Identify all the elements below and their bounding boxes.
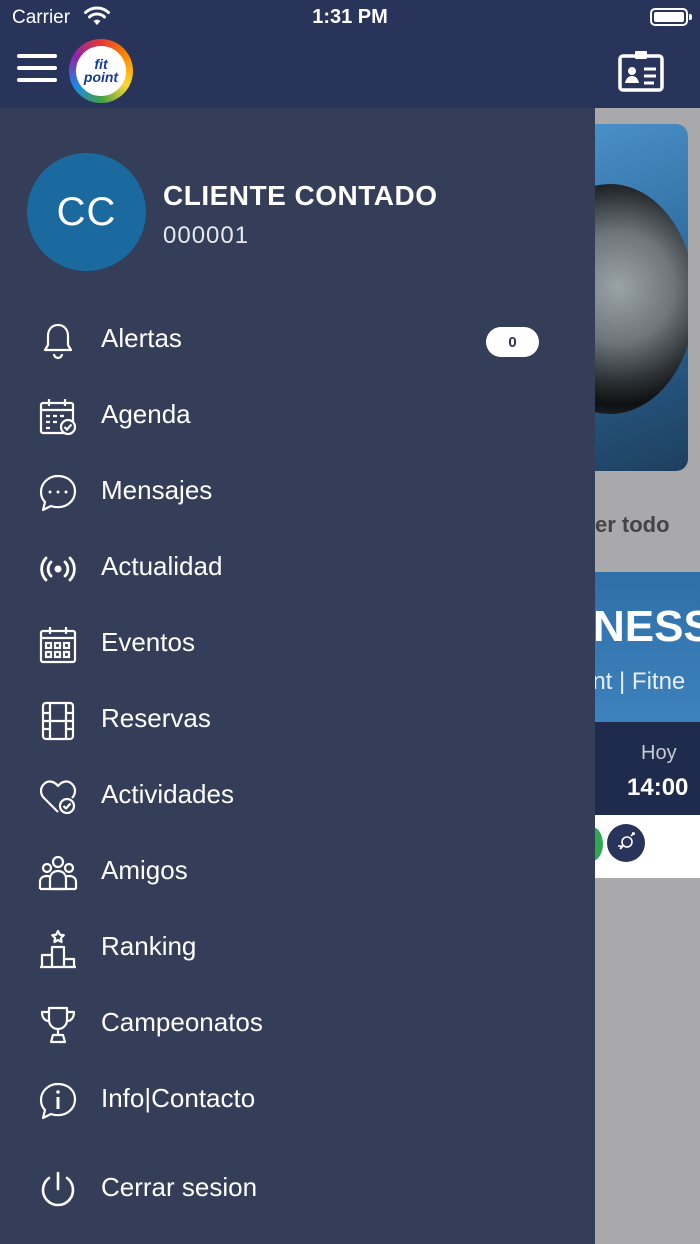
power-icon (38, 1170, 78, 1210)
menu-item-campeonatos[interactable]: Campeonatos (0, 993, 595, 1057)
calendar-grid-icon (38, 625, 78, 665)
class-card-title: NESS (595, 602, 700, 651)
menu-item-label: Actualidad (101, 551, 223, 581)
class-card-subtitle: int | Fitne (595, 668, 686, 695)
user-name: CLIENTE CONTADO (163, 180, 438, 211)
film-icon (38, 701, 78, 741)
see-all-link[interactable]: er todo (595, 512, 700, 538)
menu-item-amigos[interactable]: Amigos (0, 841, 595, 905)
menu-item-ranking[interactable]: Ranking (0, 917, 595, 981)
menu-item-label: Campeonatos (101, 1007, 263, 1037)
menu-item-cerrar-sesion[interactable]: Cerrar sesion (0, 1158, 595, 1222)
menu-item-mensajes[interactable]: Mensajes (0, 461, 595, 525)
menu-item-label: Actividades (101, 779, 234, 809)
battery-icon (650, 8, 692, 26)
status-bar: Carrier 1:31 PM (0, 0, 700, 36)
app-logo: fit point (69, 39, 133, 103)
broadcast-icon (38, 549, 78, 589)
menu-item-alertas[interactable]: Alertas 0 (0, 309, 595, 373)
gender-icon (607, 824, 645, 862)
clock: 1:31 PM (312, 6, 388, 28)
calendar-check-icon (38, 397, 78, 437)
side-drawer: CC CLIENTE CONTADO 000001 Alertas 0 Agen… (0, 108, 595, 1244)
menu-item-actividades[interactable]: Actividades (0, 765, 595, 829)
bell-icon (38, 321, 78, 361)
menu-item-label: Cerrar sesion (101, 1172, 258, 1202)
class-hour: 14:00 (627, 774, 689, 801)
menu-item-eventos[interactable]: Eventos (0, 613, 595, 677)
class-card[interactable]: NESS int | Fitne Hoy 14:00 (595, 572, 700, 878)
info-bubble-icon (38, 1081, 78, 1121)
user-id: 000001 (163, 222, 250, 249)
logo-text-point: point (83, 69, 119, 85)
status-dot (595, 827, 603, 861)
menu-item-info-contacto[interactable]: Info|Contacto (0, 1069, 595, 1133)
menu-button[interactable] (17, 54, 57, 82)
menu-item-actualidad[interactable]: Actualidad (0, 537, 595, 601)
podium-icon (38, 929, 78, 969)
top-bar: Carrier 1:31 PM fit point (0, 0, 700, 108)
trophy-icon (38, 1005, 78, 1045)
alerts-count-badge: 0 (486, 327, 539, 357)
member-card-icon[interactable] (618, 50, 664, 92)
menu-item-agenda[interactable]: Agenda (0, 385, 595, 449)
menu-item-label: Mensajes (101, 475, 213, 505)
hero-image[interactable] (595, 124, 688, 471)
background-content: er todo NESS int | Fitne Hoy 14:00 (595, 108, 700, 1244)
heart-check-icon (38, 777, 78, 817)
menu-item-reservas[interactable]: Reservas (0, 689, 595, 753)
menu-item-label: Info|Contacto (101, 1083, 256, 1113)
group-icon (38, 853, 78, 893)
menu-item-label: Ranking (101, 931, 197, 961)
class-card-image: NESS int | Fitne (595, 572, 700, 722)
menu-item-label: Eventos (101, 627, 195, 657)
menu-item-label: Reservas (101, 703, 211, 733)
menu-item-label: Agenda (101, 399, 191, 429)
avatar[interactable]: CC (27, 153, 146, 271)
chat-bubble-icon (38, 473, 78, 513)
class-day: Hoy (641, 742, 677, 764)
menu-item-label: Amigos (101, 855, 188, 885)
class-card-schedule: Hoy 14:00 (595, 722, 700, 815)
menu-item-label: Alertas (101, 323, 182, 353)
